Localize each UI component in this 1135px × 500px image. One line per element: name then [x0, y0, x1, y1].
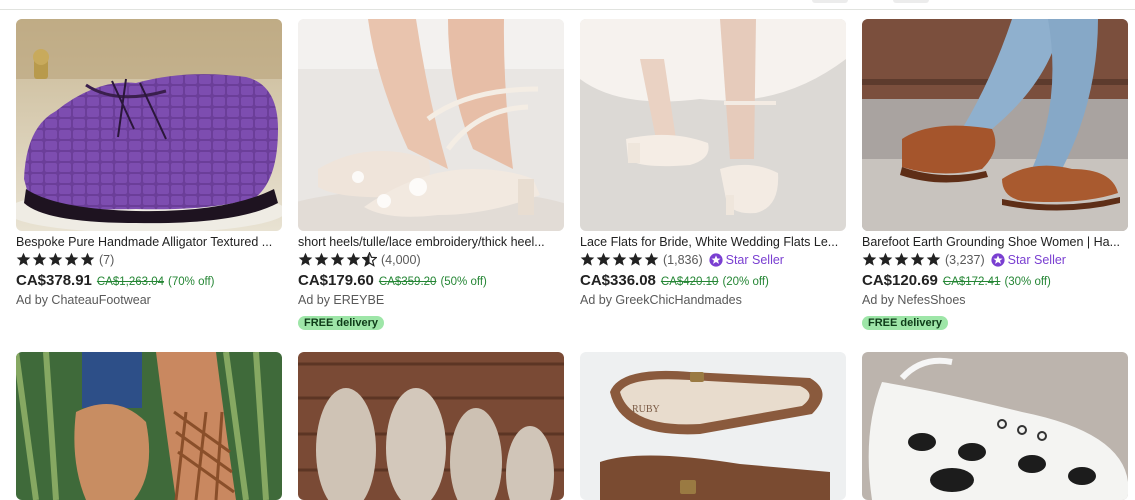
- star-icon: [628, 252, 643, 266]
- review-count: (4,000): [381, 252, 421, 267]
- free-delivery-badge: FREE delivery: [862, 316, 948, 330]
- discount: (50% off): [440, 276, 487, 288]
- seller-ad-label[interactable]: Ad by EREYBE: [298, 293, 564, 307]
- star-icon: [80, 252, 95, 266]
- product-card[interactable]: RUBY: [580, 352, 846, 500]
- product-title[interactable]: Bespoke Pure Handmade Alligator Textured…: [16, 234, 282, 250]
- star-icon: [644, 252, 659, 266]
- svg-text:RUBY: RUBY: [632, 404, 660, 415]
- star-icon: [894, 252, 909, 266]
- star-icon: [926, 252, 941, 266]
- review-count: (3,237): [945, 252, 985, 267]
- product-image-suede-sandals[interactable]: RUBY: [580, 352, 846, 500]
- rating: (7): [16, 251, 282, 268]
- product-image-purple-oxford[interactable]: [16, 19, 282, 231]
- star-seller-badge-icon: [709, 252, 723, 267]
- star-icon: [862, 252, 877, 266]
- star-icon: [64, 252, 79, 266]
- product-card[interactable]: [298, 352, 564, 500]
- star-icon: [48, 252, 63, 266]
- header-edge-shape: [812, 0, 848, 3]
- sale-price: CA$120.69: [862, 272, 938, 289]
- free-delivery-badge: FREE delivery: [298, 316, 384, 330]
- product-card[interactable]: [16, 352, 282, 500]
- rating: (4,000): [298, 251, 564, 268]
- star-icon: [346, 252, 361, 266]
- original-price: CA$1,263.04: [96, 276, 165, 288]
- star-seller-label: Star Seller: [1007, 252, 1066, 267]
- product-image-felt-insoles[interactable]: [298, 352, 564, 500]
- product-title[interactable]: Lace Flats for Bride, White Wedding Flat…: [580, 234, 846, 250]
- star-seller-badge-icon: [991, 252, 1005, 267]
- product-title[interactable]: Barefoot Earth Grounding Shoe Women | Ha…: [862, 234, 1128, 250]
- original-price: CA$420.10: [660, 276, 719, 288]
- star-icon: [580, 252, 595, 266]
- product-image-woven-leather-sandals[interactable]: [16, 352, 282, 500]
- rating-stars: [580, 252, 660, 267]
- star-icon: [330, 252, 345, 266]
- original-price: CA$359.20: [378, 276, 437, 288]
- seller-ad-label[interactable]: Ad by GreekChicHandmades: [580, 293, 846, 307]
- star-icon: [314, 252, 329, 266]
- discount: (20% off): [722, 276, 769, 288]
- product-image-elephant-print-sneakers[interactable]: [862, 352, 1128, 500]
- product-card[interactable]: [862, 352, 1128, 500]
- seller-ad-label[interactable]: Ad by ChateauFootwear: [16, 293, 282, 307]
- star-seller-badge: Star Seller: [709, 253, 784, 267]
- rating: (3,237) Star Seller: [862, 251, 1128, 268]
- price-row: CA$179.60 CA$359.20 (50% off): [298, 272, 564, 289]
- product-card[interactable]: Bespoke Pure Handmade Alligator Textured…: [16, 19, 282, 307]
- discount: (30% off): [1004, 276, 1051, 288]
- original-price: CA$172.41: [942, 276, 1001, 288]
- rating-stars: [862, 252, 942, 267]
- star-icon: [16, 252, 31, 266]
- product-title[interactable]: short heels/tulle/lace embroidery/thick …: [298, 234, 564, 250]
- rating: (1,836) Star Seller: [580, 251, 846, 268]
- product-card[interactable]: Barefoot Earth Grounding Shoe Women | Ha…: [862, 19, 1128, 331]
- star-seller-label: Star Seller: [725, 252, 784, 267]
- price-row: CA$378.91 CA$1,263.04 (70% off): [16, 272, 282, 289]
- sale-price: CA$336.08: [580, 272, 656, 289]
- star-icon: [298, 252, 313, 266]
- rating-stars: [298, 252, 378, 267]
- sale-price: CA$179.60: [298, 272, 374, 289]
- star-icon: [878, 252, 893, 266]
- product-card[interactable]: Lace Flats for Bride, White Wedding Flat…: [580, 19, 846, 307]
- price-row: CA$120.69 CA$172.41 (30% off): [862, 272, 1128, 289]
- review-count: (7): [99, 252, 115, 267]
- seller-ad-label[interactable]: Ad by NefesShoes: [862, 293, 1128, 307]
- star-icon: [612, 252, 627, 266]
- star-icon: [362, 252, 377, 267]
- product-card[interactable]: short heels/tulle/lace embroidery/thick …: [298, 19, 564, 331]
- product-image-lace-flats[interactable]: [580, 19, 846, 231]
- star-seller-badge: Star Seller: [991, 253, 1066, 267]
- header-edge-shape: [893, 0, 929, 3]
- product-image-barefoot-shoes[interactable]: [862, 19, 1128, 231]
- discount: (70% off): [168, 276, 215, 288]
- star-icon: [596, 252, 611, 266]
- review-count: (1,836): [663, 252, 703, 267]
- rating-stars: [16, 252, 96, 267]
- star-icon: [32, 252, 47, 266]
- price-row: CA$336.08 CA$420.10 (20% off): [580, 272, 846, 289]
- header-divider: [0, 9, 1135, 10]
- product-image-lace-heels[interactable]: [298, 19, 564, 231]
- sale-price: CA$378.91: [16, 272, 92, 289]
- star-icon: [910, 252, 925, 266]
